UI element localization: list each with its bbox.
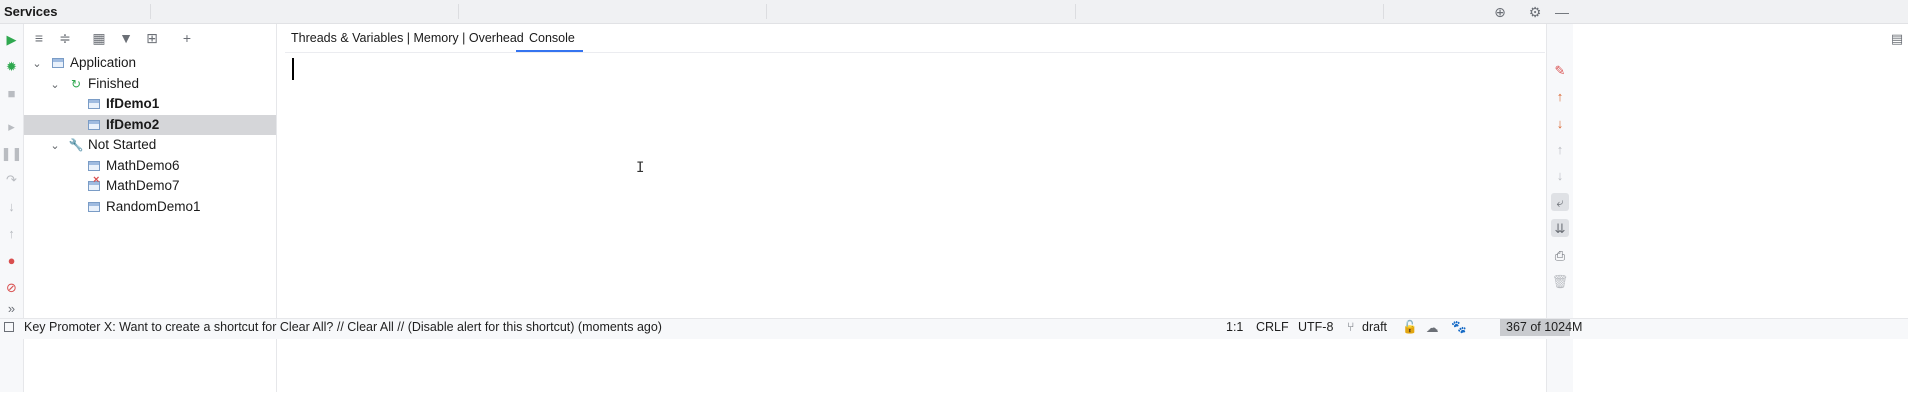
branch-icon: ⑂ (1347, 320, 1355, 334)
step-over-icon[interactable]: ↷ (3, 171, 20, 188)
down-disabled-icon[interactable]: ↓ (1551, 166, 1569, 184)
tree-node-randomdemo1[interactable]: RandomDemo1 (24, 197, 276, 217)
title-separator (1075, 4, 1076, 19)
tree-node-label: Application (70, 55, 137, 70)
tree-node-application[interactable]: ⌄ Application (24, 53, 276, 73)
tree-node-finished[interactable]: ⌄ ↻ Finished (24, 74, 276, 94)
soft-wrap-icon[interactable]: ⤶ (1551, 193, 1569, 211)
tree-node-mathdemo7[interactable]: × MathDemo7 (24, 174, 276, 196)
step-out-icon[interactable]: ↑ (3, 225, 20, 242)
panel-toggle-icon[interactable] (4, 322, 14, 332)
line-separator[interactable]: CRLF (1256, 320, 1289, 334)
scroll-to-end-icon[interactable]: ⇊ (1551, 219, 1569, 237)
application-icon (51, 56, 65, 70)
tab-console[interactable]: Console (529, 31, 575, 47)
text-caret (292, 58, 294, 80)
tree-node-label: MathDemo6 (106, 158, 180, 173)
add-icon[interactable]: + (178, 29, 196, 47)
step-into-icon[interactable]: ↓ (3, 198, 20, 215)
gear-icon[interactable]: ⚙ (1527, 4, 1543, 20)
collapse-all-icon[interactable]: ≑ (56, 29, 74, 47)
pause-icon[interactable]: ❚❚ (1, 145, 23, 162)
more-icon[interactable]: » (3, 300, 20, 317)
status-message[interactable]: Key Promoter X: Want to create a shortcu… (24, 320, 662, 334)
crosshair-icon[interactable]: ⊕ (1492, 4, 1508, 20)
chevron-down-icon[interactable]: ⌄ (49, 78, 61, 91)
clear-icon[interactable]: ✎ (1551, 61, 1569, 79)
cloud-icon[interactable]: ☁ (1426, 320, 1439, 335)
console-output[interactable] (285, 53, 1545, 392)
debug-icon[interactable]: ✹ (3, 58, 20, 75)
up-disabled-icon[interactable]: ↑ (1551, 140, 1569, 158)
tree-node-label: Finished (88, 76, 140, 91)
paw-icon[interactable]: 🐾 (1451, 320, 1467, 335)
new-service-icon[interactable]: ⊞ (143, 29, 161, 47)
print-icon[interactable]: ⎙ (1551, 246, 1569, 264)
tree-node-ifdemo2[interactable]: IfDemo2 (24, 115, 276, 135)
filter-icon[interactable]: ▼ (117, 29, 135, 47)
title-separator (1383, 4, 1384, 19)
tree-node-label: IfDemo2 (106, 117, 160, 132)
tree-node-label: Not Started (88, 137, 157, 152)
resume-icon[interactable]: ▸ (3, 118, 20, 135)
tree-node-ifdemo1[interactable]: IfDemo1 (24, 94, 276, 114)
stop-icon[interactable]: ■ (3, 85, 20, 102)
window-title: Services (4, 4, 58, 19)
tree-node-label: MathDemo7 (106, 178, 180, 193)
trash-icon[interactable]: 🗑 (1551, 272, 1569, 290)
layout-icon[interactable]: ▤ (1888, 29, 1906, 47)
title-bar (0, 0, 1908, 24)
chevron-down-icon[interactable]: ⌄ (31, 57, 43, 70)
down-arrow-icon[interactable]: ↓ (1551, 114, 1569, 132)
tree-node-not-started[interactable]: ⌄ 🔧 Not Started (24, 135, 276, 155)
class-window-icon (87, 118, 101, 132)
class-window-icon (87, 159, 101, 173)
group-by-icon[interactable]: ▦ (90, 29, 108, 47)
tree-node-label: RandomDemo1 (106, 199, 201, 214)
file-encoding[interactable]: UTF-8 (1298, 320, 1333, 334)
ibeam-cursor-icon: I (636, 160, 645, 176)
lock-icon[interactable]: 🔓 (1402, 320, 1418, 335)
class-window-icon (87, 97, 101, 111)
class-window-icon (87, 200, 101, 214)
vcs-branch[interactable]: draft (1362, 320, 1387, 334)
tree-node-mathdemo6[interactable]: MathDemo6 (24, 156, 276, 176)
title-separator (458, 4, 459, 19)
mute-breakpoints-icon[interactable]: ⊘ (3, 279, 20, 296)
caret-position[interactable]: 1:1 (1226, 320, 1243, 334)
wrench-icon: 🔧 (68, 138, 84, 152)
run-icon[interactable]: ▶ (3, 31, 20, 48)
up-arrow-icon[interactable]: ↑ (1551, 87, 1569, 105)
tree-node-label: IfDemo1 (106, 96, 160, 111)
class-error-icon: × (87, 174, 101, 193)
title-separator (766, 4, 767, 19)
memory-indicator[interactable]: 367 of 1024M (1506, 320, 1582, 334)
breakpoints-icon[interactable]: ● (3, 252, 20, 269)
title-separator (150, 4, 151, 19)
error-x-icon: × (93, 174, 100, 186)
chevron-down-icon[interactable]: ⌄ (49, 139, 61, 152)
expand-all-icon[interactable]: ≡ (30, 29, 48, 47)
finished-icon: ↻ (70, 77, 82, 91)
tab-threads-variables[interactable]: Threads & Variables | Memory | Overhead (291, 31, 524, 47)
minimize-icon[interactable]: — (1554, 4, 1570, 20)
